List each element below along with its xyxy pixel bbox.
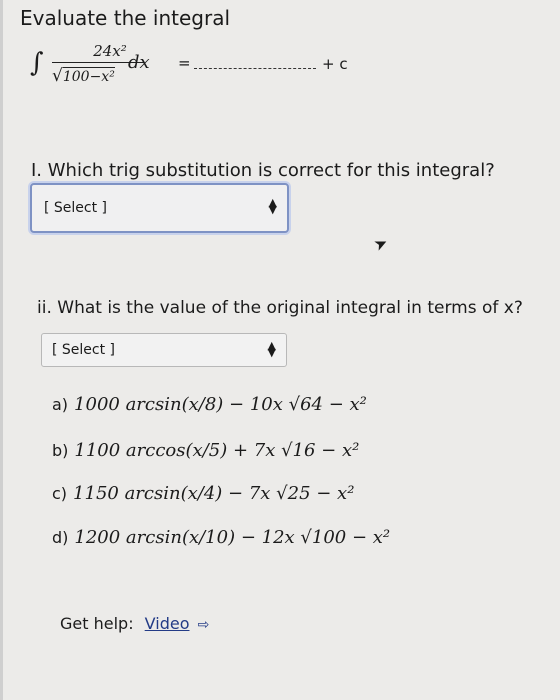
option-label: c) [52,484,68,503]
select-arrows-icon: ▲ ▼ [267,339,276,359]
option-c: c) 1150 arcsin(x/4) − 7x √25 − x² [52,483,354,504]
option-b: b) 1100 arccos(x/5) + 7x √16 − x² [52,440,359,461]
differential: dx [128,52,150,73]
question-2-select[interactable]: [ Select ] ▲ ▼ [41,333,287,367]
option-label: d) [52,528,69,547]
video-link[interactable]: Video [145,614,190,633]
select-value: [ Select ] [44,200,108,216]
integral-sign: ∫ [30,48,44,78]
question-1-text: I. Which trig substitution is correct fo… [31,160,495,181]
option-expression: 1200 arcsin(x/10) − 12x √100 − x² [74,527,391,548]
option-expression: 1100 arccos(x/5) + 7x √16 − x² [74,440,360,461]
external-link-icon: ⇨ [197,617,210,633]
integral-expression: ∫ 24x² √100−x² dx = + c [30,40,550,96]
answer-blank [194,68,316,69]
option-label: a) [52,395,69,414]
option-d: d) 1200 arcsin(x/10) − 12x √100 − x² [52,527,390,548]
question-title: Evaluate the integral [20,6,231,30]
mouse-pointer-icon: ➤ [370,232,391,255]
question-1-select[interactable]: [ Select ] ▲ ▼ [30,183,289,233]
constant-of-integration: + c [322,55,348,73]
get-help: Get help: Video ⇨ [60,614,209,633]
page-edge [0,0,3,700]
radical-sign: √ [52,66,63,86]
option-expression: 1150 arcsin(x/4) − 7x √25 − x² [73,483,355,504]
question-2-text: ii. What is the value of the original in… [37,298,523,318]
option-label: b) [52,441,69,460]
help-prefix: Get help: [60,614,134,633]
option-a: a) 1000 arcsin(x/8) − 10x √64 − x² [52,394,367,415]
select-value: [ Select ] [52,342,116,358]
option-expression: 1000 arcsin(x/8) − 10x √64 − x² [74,394,367,415]
select-arrows-icon: ▲ ▼ [268,196,277,216]
equals-sign: = [178,54,191,72]
radicand: 100−x² [62,67,115,85]
